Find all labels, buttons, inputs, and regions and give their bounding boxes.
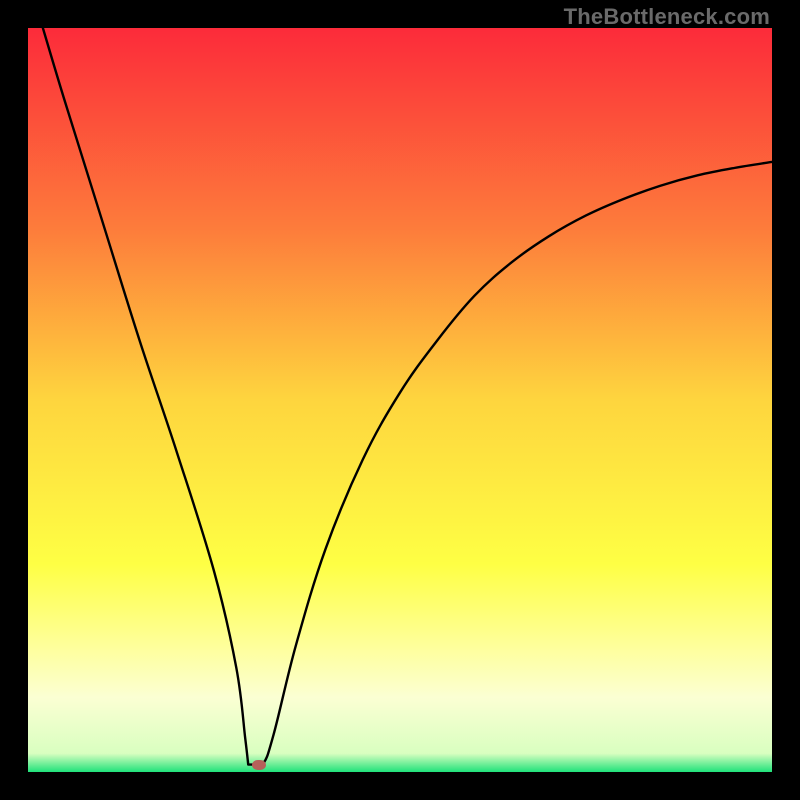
plot-area	[28, 28, 772, 772]
optimal-point-marker	[252, 760, 266, 770]
chart-frame: TheBottleneck.com	[0, 0, 800, 800]
bottleneck-curve	[28, 28, 772, 772]
watermark-text: TheBottleneck.com	[564, 4, 770, 30]
